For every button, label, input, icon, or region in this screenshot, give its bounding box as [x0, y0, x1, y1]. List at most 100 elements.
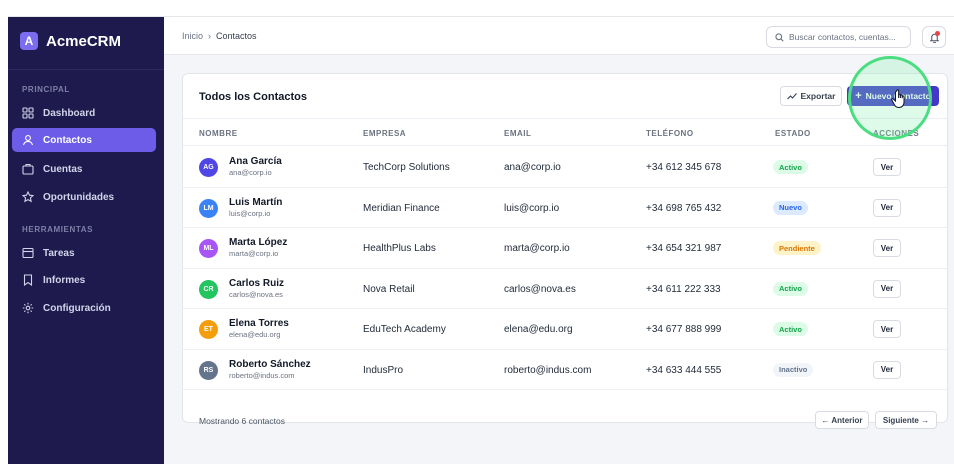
- contact-name[interactable]: Carlos Ruiz: [229, 278, 284, 289]
- export-label: Exportar: [800, 91, 836, 101]
- contact-name[interactable]: Luis Martín: [229, 197, 282, 208]
- view-contact-button[interactable]: Ver: [873, 320, 901, 338]
- sidebar-item-label: Dashboard: [43, 107, 96, 119]
- notification-dot: [935, 31, 940, 36]
- table-row[interactable]: ML Marta López marta@corp.io HealthPlus Lab…: [183, 228, 947, 269]
- contact-subtitle: ana@corp.io: [229, 168, 272, 177]
- sidebar-item-contactos[interactable]: Contactos: [12, 128, 156, 152]
- column-header-email[interactable]: EMAIL: [504, 129, 531, 138]
- sidebar-divider: [8, 69, 164, 70]
- avatar: ET: [199, 320, 218, 339]
- brand-name: AcmeCRM: [46, 32, 122, 50]
- cell-phone: +34 611 222 333: [646, 283, 721, 295]
- topbar: Inicio › Contactos Buscar contactos, cue…: [164, 17, 954, 55]
- status-badge: Activo: [773, 160, 808, 174]
- avatar: CR: [199, 279, 218, 299]
- sidebar-section-herramientas: HERRAMIENTAS: [22, 225, 94, 234]
- brand[interactable]: A AcmeCRM: [20, 31, 121, 51]
- sidebar-item-oportunidades[interactable]: Oportunidades: [12, 185, 156, 209]
- sidebar-section-principal: PRINCIPAL: [22, 85, 70, 94]
- export-button[interactable]: Exportar: [780, 86, 842, 106]
- status-badge: Inactivo: [773, 362, 814, 377]
- cell-email: roberto@indus.com: [504, 364, 592, 376]
- cell-company: TechCorp Solutions: [363, 162, 450, 173]
- cell-email: luis@corp.io: [504, 202, 560, 214]
- column-header-nombre[interactable]: NOMBRE: [199, 129, 238, 138]
- cell-company: Nova Retail: [363, 283, 415, 295]
- sidebar-item-label: Tareas: [43, 247, 75, 259]
- breadcrumb-home[interactable]: Inicio: [182, 31, 203, 41]
- view-contact-button[interactable]: Ver: [873, 279, 901, 298]
- cell-phone: +34 677 888 999: [646, 324, 722, 335]
- table-row[interactable]: RS Roberto Sánchez roberto@indus.com IndusP…: [183, 350, 947, 390]
- table-row[interactable]: AG Ana García ana@corp.io TechCorp Solution…: [183, 147, 947, 188]
- cell-email: elena@edu.org: [504, 324, 573, 335]
- trend-icon: [786, 93, 797, 100]
- breadcrumb-current: Contactos: [216, 31, 257, 41]
- view-contact-button[interactable]: Ver: [873, 360, 901, 379]
- table-row[interactable]: ET Elena Torres elena@edu.org EduTech Acade…: [183, 309, 947, 350]
- status-badge: Activo: [773, 281, 808, 296]
- cell-company: EduTech Academy: [363, 324, 446, 335]
- sidebar-item-cuentas[interactable]: Cuentas: [12, 157, 156, 181]
- gear-icon: [22, 302, 34, 314]
- column-header-empresa[interactable]: EMPRESA: [363, 129, 406, 138]
- cell-email: marta@corp.io: [504, 243, 570, 254]
- cell-phone: +34 654 321 987: [646, 243, 722, 254]
- notifications-button[interactable]: [922, 26, 946, 48]
- sidebar-item-informes[interactable]: Informes: [12, 268, 156, 292]
- sidebar-item-label: Configuración: [43, 302, 111, 314]
- contact-name[interactable]: Roberto Sánchez: [229, 359, 311, 370]
- contact-name[interactable]: Ana García: [229, 156, 282, 167]
- avatar: LM: [199, 198, 218, 218]
- card-title: Todos los Contactos: [199, 91, 307, 103]
- search-input[interactable]: Buscar contactos, cuentas...: [766, 26, 911, 48]
- cell-phone: +34 633 444 555: [646, 364, 722, 376]
- view-contact-button[interactable]: Ver: [873, 158, 901, 176]
- contact-subtitle: roberto@indus.com: [229, 370, 295, 380]
- previous-page-button[interactable]: ← Anterior: [815, 411, 869, 429]
- sidebar-item-dashboard[interactable]: Dashboard: [12, 101, 156, 125]
- cell-company: Meridian Finance: [363, 202, 440, 214]
- sidebar-item-configuracion[interactable]: Configuración: [12, 296, 156, 320]
- sidebar-item-label: Cuentas: [43, 163, 83, 175]
- sidebar-item-label: Contactos: [43, 134, 92, 146]
- star-icon: [22, 191, 34, 203]
- status-badge: Nuevo: [773, 200, 808, 215]
- column-header-telefono[interactable]: TELÉFONO: [646, 129, 694, 138]
- breadcrumb-separator: ›: [208, 31, 212, 41]
- status-badge: Pendiente: [773, 241, 821, 255]
- next-page-button[interactable]: Siguiente →: [875, 411, 937, 429]
- column-header-estado[interactable]: ESTADO: [775, 129, 811, 138]
- app-window: A AcmeCRM PRINCIPAL Dashboard Contactos …: [8, 16, 954, 464]
- sidebar-item-label: Oportunidades: [43, 191, 115, 203]
- contact-subtitle: elena@edu.org: [229, 330, 281, 339]
- contact-subtitle: carlos@nova.es: [229, 289, 283, 299]
- cell-phone: +34 612 345 678: [646, 162, 722, 173]
- checklist-icon: [22, 247, 34, 259]
- view-contact-button[interactable]: Ver: [873, 198, 901, 217]
- table-row[interactable]: LM Luis Martín luis@corp.io Meridian Financ…: [183, 188, 947, 228]
- cell-company: HealthPlus Labs: [363, 243, 436, 254]
- contact-subtitle: luis@corp.io: [229, 208, 271, 218]
- search-placeholder: Buscar contactos, cuentas...: [789, 32, 896, 42]
- table-row[interactable]: CR Carlos Ruiz carlos@nova.es Nova Retail ca…: [183, 269, 947, 309]
- contact-name[interactable]: Marta López: [229, 237, 287, 248]
- view-contact-button[interactable]: Ver: [873, 239, 901, 257]
- contacts-card: Todos los Contactos Exportar + Nuevo Con…: [182, 73, 948, 429]
- sidebar-item-tareas[interactable]: Tareas: [12, 241, 156, 265]
- avatar: AG: [199, 158, 218, 177]
- status-badge: Activo: [773, 322, 808, 336]
- avatar: RS: [199, 360, 218, 380]
- search-icon: [775, 32, 784, 42]
- avatar: ML: [199, 239, 218, 258]
- hand-cursor-icon: [891, 89, 905, 109]
- cell-company: IndusPro: [363, 364, 404, 376]
- grid-icon: [22, 107, 34, 119]
- contact-name[interactable]: Elena Torres: [229, 318, 289, 329]
- sidebar: A AcmeCRM PRINCIPAL Dashboard Contactos …: [8, 17, 164, 464]
- table-header: NOMBRE EMPRESA EMAIL TELÉFONO ESTADO ACC…: [183, 118, 947, 146]
- click-highlight: [848, 56, 932, 140]
- contact-subtitle: marta@corp.io: [229, 249, 279, 258]
- sidebar-item-label: Informes: [43, 274, 86, 286]
